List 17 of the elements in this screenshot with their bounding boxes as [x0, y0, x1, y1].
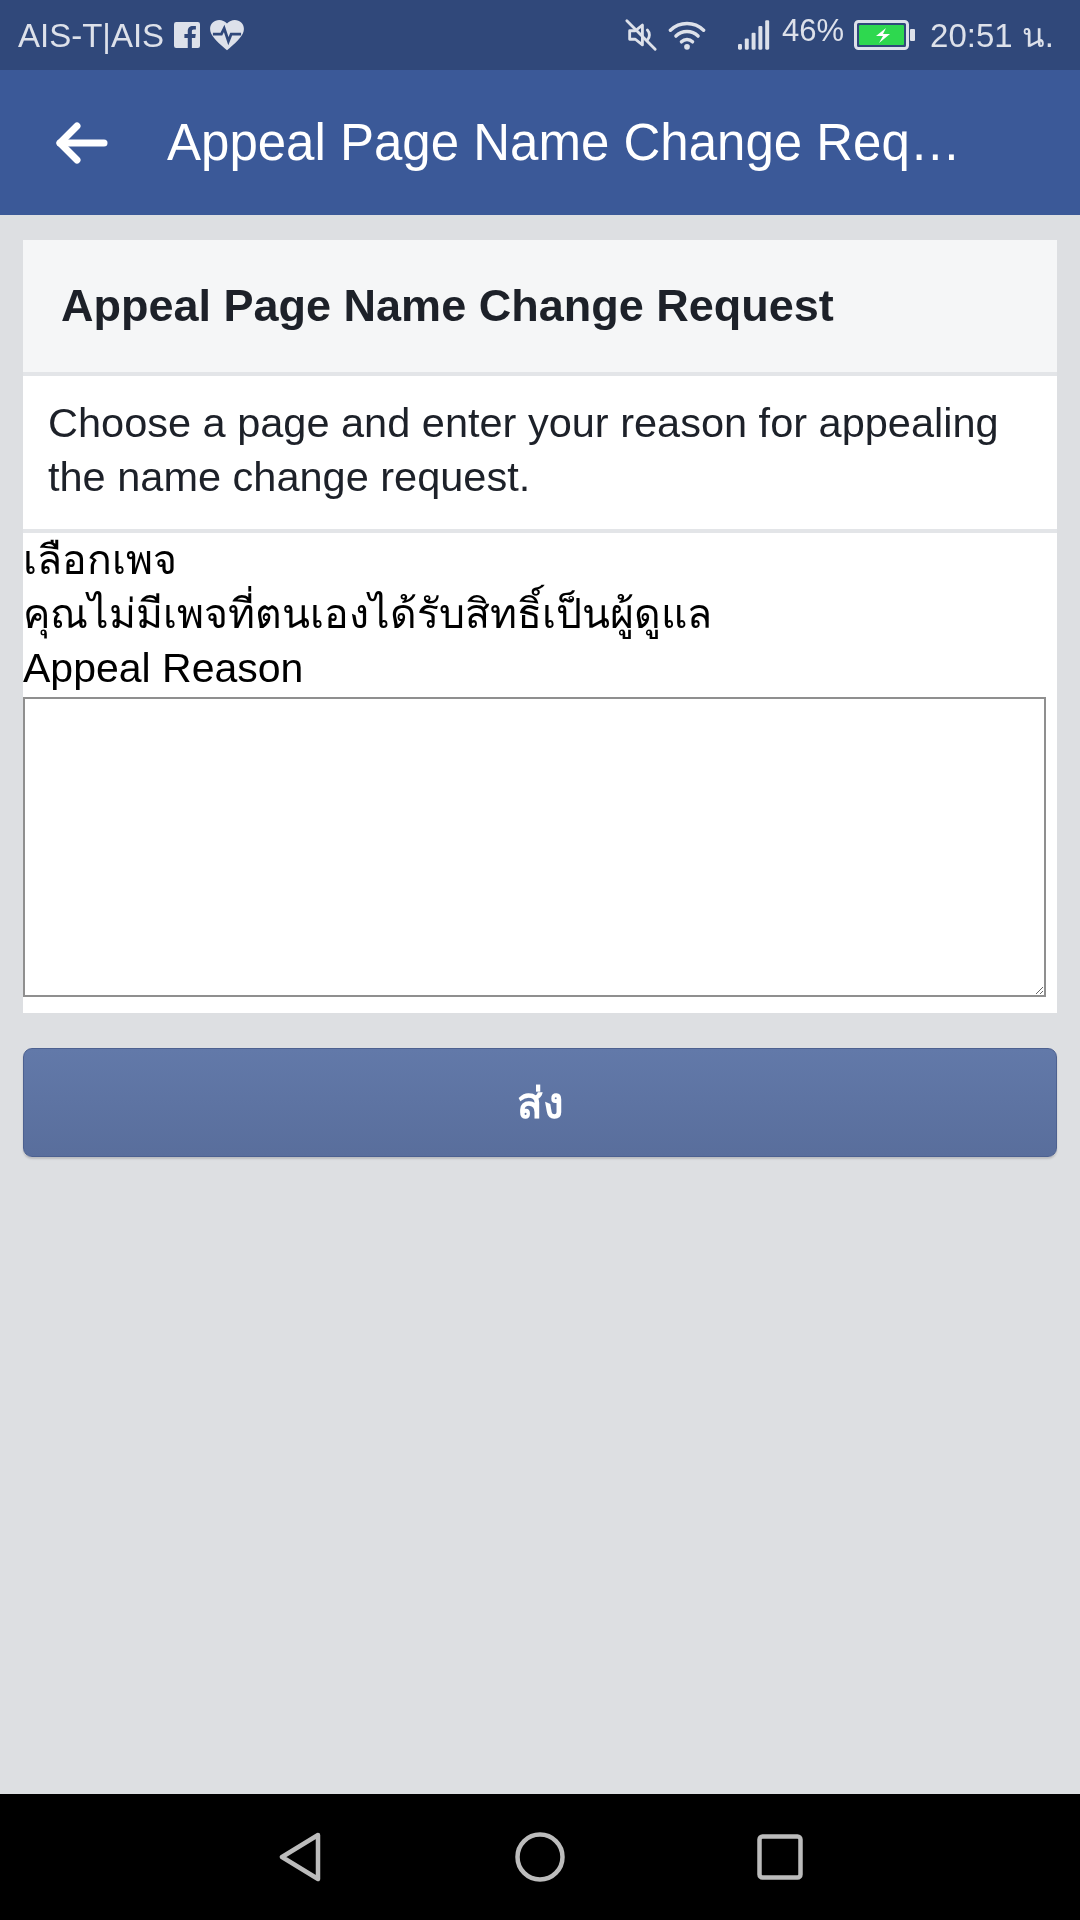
- triangle-back-icon: [278, 1832, 322, 1882]
- circle-home-icon: [515, 1832, 565, 1882]
- page-select-label: เลือกเพจ: [23, 536, 177, 584]
- facebook-icon: [174, 22, 201, 48]
- app-bar-title: Appeal Page Name Change Req…: [167, 112, 961, 173]
- heart-pulse-icon: [210, 19, 245, 51]
- clock-time: 20:51 น.: [930, 18, 1054, 52]
- carrier-name: AIS-T|AIS: [18, 18, 165, 52]
- reason-label: Appeal Reason: [23, 644, 304, 693]
- mute-icon: [624, 18, 659, 52]
- square-recents-icon: [757, 1834, 803, 1880]
- card-title: Appeal Page Name Change Request: [61, 279, 834, 333]
- battery-percent: 46%: [782, 14, 845, 46]
- battery-icon: [854, 20, 917, 50]
- submit-button[interactable]: ส่ง: [23, 1048, 1057, 1157]
- wifi-icon: [668, 20, 707, 50]
- description-text: Choose a page and enter your reason for appealing the name change request.: [23, 376, 1057, 533]
